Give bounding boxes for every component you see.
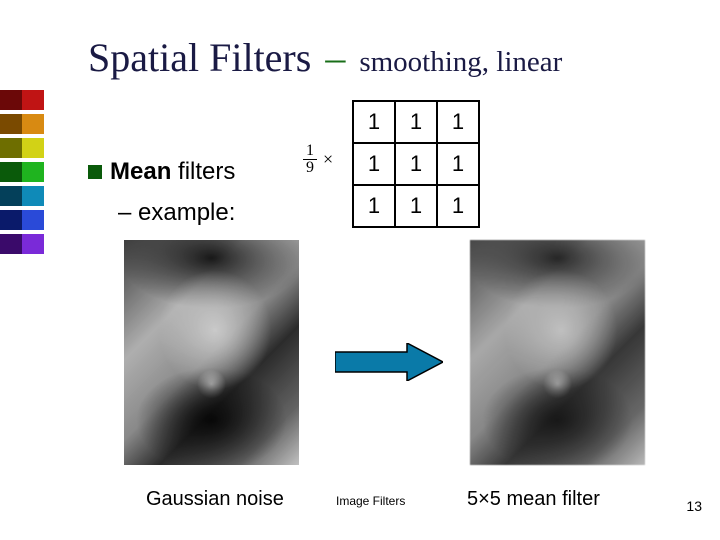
kernel-table: 1 1 1 1 1 1 1 1 1 [352,100,480,228]
title-sub: smoothing, linear [359,46,562,78]
bullet-label: Mean filters [110,158,235,186]
bullet-mean-filters: Mean filters [88,158,235,186]
kernel-cell: 1 [437,101,479,143]
bullet-strong: Mean [110,158,171,185]
kernel-cell: 1 [353,101,395,143]
kernel-cell: 1 [395,101,437,143]
fraction-den: 9 [303,160,317,176]
kernel-fraction: 1 9 × [303,143,333,176]
image-gaussian-noise [124,240,299,465]
fraction-times: × [323,149,333,170]
fraction-num: 1 [303,143,317,160]
caption-right: 5×5 mean filter [467,488,600,511]
kernel-cell: 1 [437,143,479,185]
kernel-cell: 1 [353,143,395,185]
table-row: 1 1 1 [353,143,479,185]
title-main: Spatial Filters [88,35,311,80]
kernel-cell: 1 [395,185,437,227]
side-color-strip [0,0,44,540]
table-row: 1 1 1 [353,185,479,227]
footer-text: Image Filters [336,494,405,508]
slide-title: Spatial Filters – smoothing, linear [88,34,562,81]
page-number: 13 [686,498,702,514]
example-label: – example: [118,199,235,227]
arrow-icon [335,343,443,381]
title-dash: – [325,35,345,80]
kernel-cell: 1 [437,185,479,227]
kernel-cell: 1 [395,143,437,185]
table-row: 1 1 1 [353,101,479,143]
kernel-cell: 1 [353,185,395,227]
image-filtered [470,240,645,465]
bullet-icon [88,165,102,179]
caption-left: Gaussian noise [146,488,284,511]
bullet-rest: filters [171,158,235,185]
